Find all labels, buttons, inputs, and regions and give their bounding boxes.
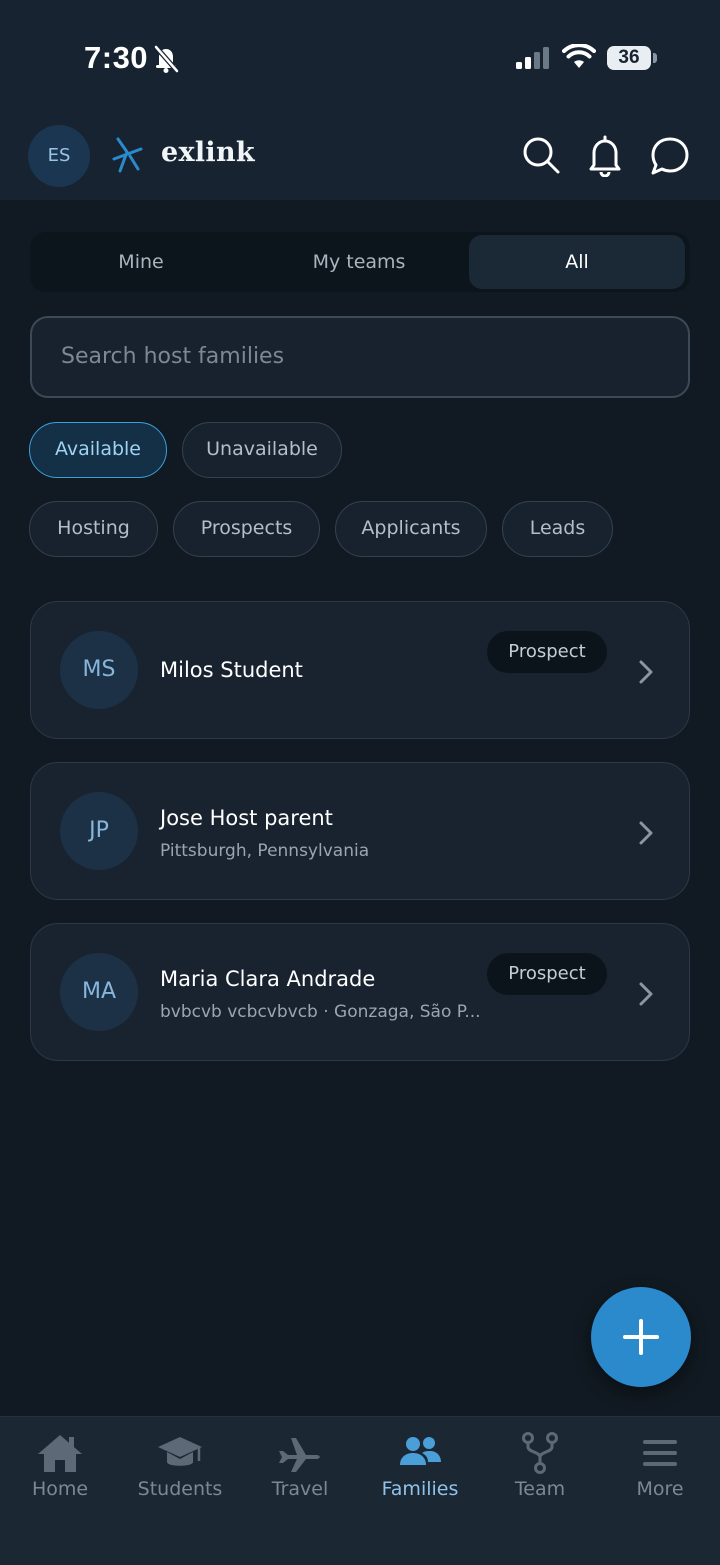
- nav-team-label: Team: [514, 1478, 566, 1500]
- graduation-cap-icon: [158, 1437, 202, 1466]
- family-card[interactable]: MA Maria Clara Andrade bvbcvb vcbcvbvcb …: [30, 923, 690, 1061]
- status-badge: Prospect: [487, 631, 607, 673]
- nav-travel-label: Travel: [271, 1478, 329, 1500]
- home-icon: [38, 1435, 82, 1472]
- family-avatar: MA: [60, 953, 138, 1031]
- search-host-families-input[interactable]: Search host families: [30, 316, 690, 398]
- chat-bubble-icon[interactable]: [649, 135, 691, 177]
- nav-students-label: Students: [137, 1478, 223, 1500]
- branch-icon: [522, 1432, 558, 1474]
- nav-families[interactable]: Families: [360, 1417, 480, 1527]
- battery-indicator: 36: [607, 46, 651, 70]
- nav-team[interactable]: Team: [480, 1417, 600, 1527]
- search-icon[interactable]: [521, 135, 561, 175]
- nav-more[interactable]: More: [600, 1417, 720, 1527]
- family-location: bvbcvb vcbcvbvcb · Gonzaga, São P...: [160, 1002, 481, 1022]
- filter-available-chip[interactable]: Available: [29, 422, 167, 478]
- segment-all[interactable]: All: [469, 235, 685, 289]
- segment-mine[interactable]: Mine: [33, 235, 249, 289]
- scope-segmented-control: Mine My teams All: [30, 232, 690, 292]
- family-location: Pittsburgh, Pennsylvania: [160, 841, 370, 861]
- nav-more-label: More: [636, 1478, 684, 1500]
- wifi-icon: [562, 44, 596, 68]
- filter-hosting-chip[interactable]: Hosting: [29, 501, 158, 557]
- segment-my-teams[interactable]: My teams: [251, 235, 467, 289]
- filter-leads-chip[interactable]: Leads: [502, 501, 613, 557]
- filter-unavailable-chip[interactable]: Unavailable: [182, 422, 342, 478]
- bottom-navigation: Home Students Travel Families Team More: [0, 1416, 720, 1565]
- nav-home-label: Home: [31, 1478, 89, 1500]
- filter-applicants-chip[interactable]: Applicants: [335, 501, 487, 557]
- chevron-right-icon: [639, 660, 653, 684]
- family-name: Milos Student: [160, 658, 303, 682]
- family-avatar: MS: [60, 631, 138, 709]
- status-badge: Prospect: [487, 953, 607, 995]
- menu-icon: [643, 1440, 677, 1466]
- app-logo-text: exlink: [161, 137, 255, 168]
- cellular-signal-icon: [516, 47, 549, 69]
- battery-nub: [653, 53, 657, 63]
- exlink-logo-icon: [112, 137, 143, 173]
- status-time: 7:30: [84, 40, 149, 75]
- filter-prospects-chip[interactable]: Prospects: [173, 501, 320, 557]
- family-name: Maria Clara Andrade: [160, 967, 376, 991]
- bell-muted-icon: [154, 45, 179, 73]
- family-card[interactable]: MS Milos Student Prospect: [30, 601, 690, 739]
- add-family-button[interactable]: [591, 1287, 691, 1387]
- chevron-right-icon: [639, 982, 653, 1006]
- top-app-bar: 7:30 36 ES exlink: [0, 0, 720, 200]
- family-name: Jose Host parent: [160, 806, 333, 830]
- user-avatar[interactable]: ES: [28, 125, 90, 187]
- plus-icon: [623, 1319, 659, 1355]
- airplane-icon: [279, 1438, 320, 1472]
- notifications-bell-icon[interactable]: [585, 135, 625, 177]
- nav-home[interactable]: Home: [0, 1417, 120, 1527]
- chevron-right-icon: [639, 821, 653, 845]
- people-icon: [400, 1437, 441, 1465]
- family-avatar: JP: [60, 792, 138, 870]
- family-card[interactable]: JP Jose Host parent Pittsburgh, Pennsylv…: [30, 762, 690, 900]
- nav-students[interactable]: Students: [120, 1417, 240, 1527]
- nav-families-label: Families: [381, 1478, 459, 1500]
- nav-travel[interactable]: Travel: [240, 1417, 360, 1527]
